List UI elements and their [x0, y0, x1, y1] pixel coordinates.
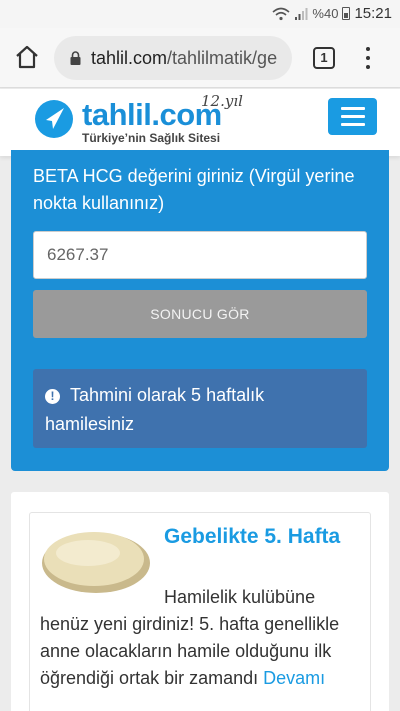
lock-icon [70, 51, 81, 65]
battery-icon [342, 7, 351, 20]
site-tagline: Türkiye’nin Sağlık Sitesi [82, 131, 221, 145]
status-icons: %40 15:21 [272, 5, 392, 22]
home-icon [16, 45, 38, 69]
home-button[interactable] [12, 42, 42, 72]
wifi-icon [272, 7, 290, 20]
hcg-value-input[interactable] [33, 231, 367, 279]
status-bar: %40 15:21 [0, 0, 400, 28]
article-section: Gebelikte 5. Hafta Hamilelik kulübüne he… [11, 492, 389, 711]
signal-icon [295, 7, 308, 20]
browser-toolbar: tahlil.com/tahlilmatik/ge 1 [0, 28, 400, 88]
article-card: Gebelikte 5. Hafta Hamilelik kulübüne he… [29, 512, 371, 711]
url-host: tahlil.com [91, 47, 168, 68]
show-result-button[interactable]: SONUCU GÖR [33, 290, 367, 338]
logo-icon[interactable] [34, 99, 74, 139]
read-more-link[interactable]: Devamı [263, 668, 325, 688]
url-path: /tahlilmatik/ge [167, 47, 278, 68]
clock: 15:21 [354, 5, 392, 22]
battery-percent: %40 [312, 6, 339, 21]
article-excerpt: Hamilelik kulübüne henüz yeni girdiniz! … [40, 584, 366, 692]
result-alert: ! Tahmini olarak 5 haftalık hamilesiniz [33, 369, 367, 448]
url-bar[interactable]: tahlil.com/tahlilmatik/ge [54, 36, 292, 80]
logo-badge: 12.yıl [201, 92, 243, 110]
hcg-input-label: BETA HCG değerini giriniz (Virgül yerine… [33, 166, 355, 213]
tabs-icon[interactable]: 1 [313, 47, 335, 69]
result-text: Tahmini olarak 5 haftalık hamilesiniz [45, 385, 265, 434]
more-vert-icon[interactable] [360, 44, 376, 72]
site-header: tahlil.com 12.yıl Türkiye’nin Sağlık Sit… [0, 89, 400, 156]
hamburger-menu-icon[interactable] [328, 98, 377, 135]
hcg-calculator-card: BETA HCG değerini giriniz (Virgül yerine… [11, 150, 389, 471]
info-icon: ! [45, 389, 60, 404]
url-text: tahlil.com/tahlilmatik/ge [91, 48, 277, 69]
article-title[interactable]: Gebelikte 5. Hafta [164, 523, 364, 550]
